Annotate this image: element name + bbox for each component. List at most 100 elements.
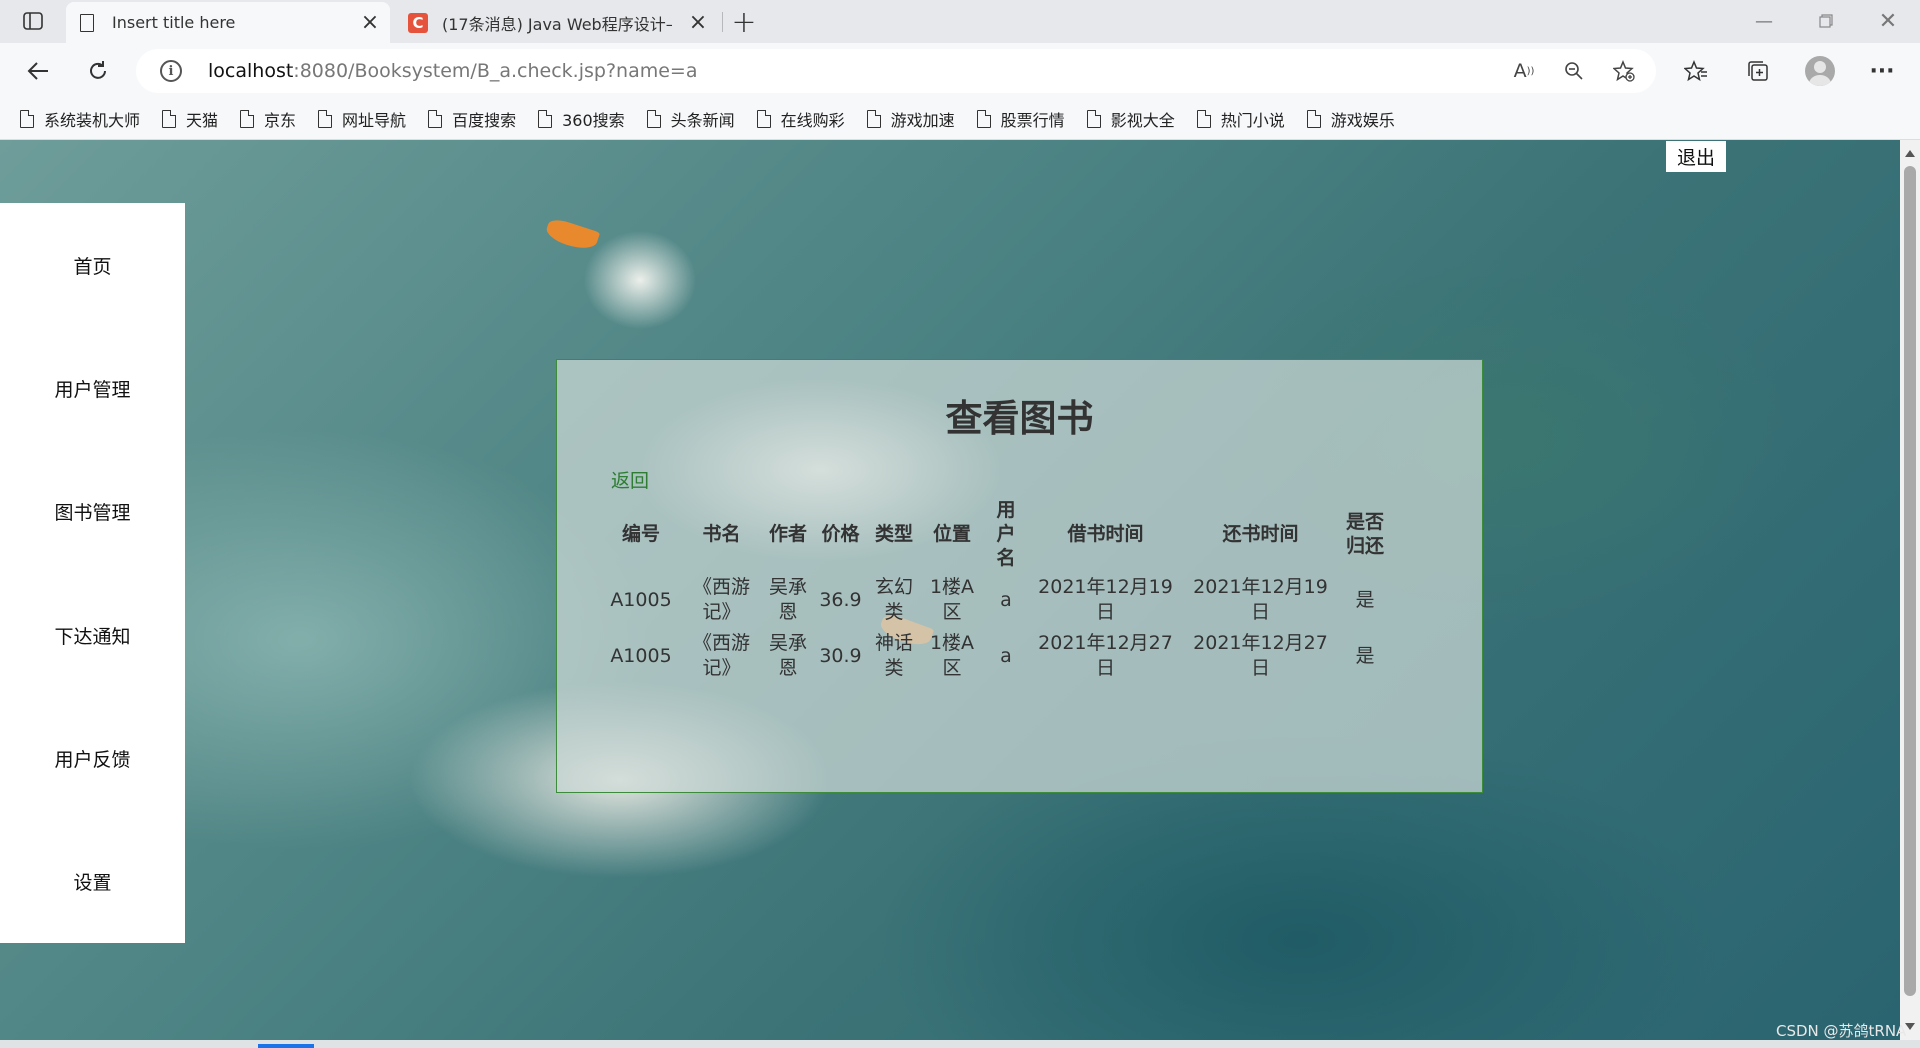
cell-borrow-date: 2021年12月19日 bbox=[1038, 576, 1173, 623]
page-icon bbox=[1306, 109, 1321, 128]
bookmark-item[interactable]: 系统装机大师 bbox=[20, 107, 140, 131]
bookmark-label: 股票行情 bbox=[1000, 110, 1065, 130]
bookmark-label: 天猫 bbox=[186, 110, 219, 130]
cell-location: 1楼A区 bbox=[929, 632, 975, 679]
read-aloud-icon[interactable]: A)) bbox=[1510, 57, 1538, 85]
page-icon bbox=[1086, 109, 1101, 128]
books-table: 编号 书名 作者 价格 类型 位置 用户名 借书时间 还书时间 是否归还 A10… bbox=[602, 496, 1392, 684]
bookmark-item[interactable]: 百度搜索 bbox=[428, 107, 516, 131]
more-menu-icon[interactable]: ··· bbox=[1864, 53, 1900, 89]
sidebar-item-notifications[interactable]: 下达通知 bbox=[0, 615, 185, 655]
cell-title: 《西游记》 bbox=[692, 632, 750, 679]
favorites-icon[interactable] bbox=[1678, 53, 1714, 89]
page-icon bbox=[80, 13, 94, 32]
scroll-down-arrow-icon[interactable] bbox=[1905, 1023, 1915, 1030]
header-cell: 价格 bbox=[821, 523, 860, 545]
bookmark-item[interactable]: 头条新闻 bbox=[646, 107, 735, 131]
sidebar-item-book-management[interactable]: 图书管理 bbox=[0, 491, 185, 531]
page-icon bbox=[428, 109, 443, 128]
sidebar-nav: 首页 用户管理 图书管理 下达通知 用户反馈 设置 bbox=[0, 203, 185, 943]
url-host: localhost bbox=[208, 60, 294, 82]
table-header-row: 编号 书名 作者 价格 类型 位置 用户名 借书时间 还书时间 是否归还 bbox=[602, 496, 1392, 572]
minimize-button[interactable]: — bbox=[1744, 6, 1784, 36]
table-row: A1005 《西游记》 吴承恩 36.9 玄幻类 1楼A区 a 2021年12月… bbox=[602, 572, 1392, 628]
page-icon bbox=[976, 109, 991, 128]
sidebar-item-feedback[interactable]: 用户反馈 bbox=[0, 738, 185, 778]
background-photo-detail bbox=[543, 216, 601, 254]
header-cell: 借书时间 bbox=[1067, 523, 1144, 545]
bookmark-label: 影视大全 bbox=[1110, 110, 1175, 130]
collections-icon[interactable] bbox=[1740, 53, 1776, 89]
horizontal-scroll-thumb[interactable] bbox=[258, 1044, 314, 1048]
restore-button[interactable] bbox=[1806, 6, 1846, 36]
cell-username: a bbox=[1000, 588, 1012, 611]
close-tab-icon[interactable]: × bbox=[358, 10, 382, 35]
page-icon bbox=[240, 109, 255, 128]
bookmark-label: 游戏加速 bbox=[890, 110, 955, 130]
bookmark-item[interactable]: 股票行情 bbox=[976, 107, 1065, 131]
header-cell: 是否归还 bbox=[1345, 511, 1384, 557]
add-favorite-icon[interactable] bbox=[1610, 57, 1638, 85]
scroll-up-arrow-icon[interactable] bbox=[1905, 150, 1915, 157]
cell-author: 吴承恩 bbox=[768, 576, 807, 623]
cell-location: 1楼A区 bbox=[929, 576, 975, 623]
bookmark-item[interactable]: 京东 bbox=[240, 107, 296, 131]
page-icon bbox=[318, 109, 333, 128]
bookmark-item[interactable]: 360搜索 bbox=[538, 107, 625, 131]
tab-title: (17条消息) Java Web程序设计— bbox=[442, 14, 672, 34]
tab-actions-icon[interactable] bbox=[18, 6, 48, 36]
page-icon bbox=[20, 109, 34, 128]
page-icon bbox=[538, 109, 553, 128]
back-arrow-icon[interactable] bbox=[20, 53, 56, 89]
header-cell: 作者 bbox=[768, 523, 807, 545]
cell-id: A1005 bbox=[610, 588, 672, 611]
page-icon bbox=[756, 109, 771, 128]
url-field[interactable]: i localhost:8080/Booksystem/B_a.check.js… bbox=[136, 49, 1656, 93]
cell-title: 《西游记》 bbox=[692, 576, 750, 623]
tab-insert-title[interactable]: Insert title here × bbox=[66, 2, 390, 43]
bookmark-item[interactable]: 网址导航 bbox=[318, 107, 406, 131]
bookmark-label: 网址导航 bbox=[342, 110, 407, 130]
profile-avatar[interactable] bbox=[1802, 53, 1838, 89]
horizontal-scrollbar[interactable] bbox=[0, 1040, 1920, 1048]
bookmark-item[interactable]: 游戏娱乐 bbox=[1306, 107, 1395, 131]
csdn-icon: C bbox=[408, 12, 428, 33]
bookmark-label: 热门小说 bbox=[1220, 110, 1285, 130]
bookmark-label: 系统装机大师 bbox=[44, 110, 141, 130]
zoom-out-icon[interactable] bbox=[1560, 57, 1588, 85]
cell-id: A1005 bbox=[610, 644, 672, 667]
favorites-bar: 系统装机大师 天猫 京东 网址导航 百度搜索 360搜索 头条新闻 在线购彩 游… bbox=[0, 98, 1920, 140]
panel-title: 查看图书 bbox=[945, 397, 1094, 440]
back-link[interactable]: 返回 bbox=[611, 466, 649, 493]
close-tab-icon[interactable]: × bbox=[686, 10, 710, 35]
scrollbar-thumb[interactable] bbox=[1904, 166, 1916, 996]
cell-price: 30.9 bbox=[819, 644, 862, 667]
table-row: A1005 《西游记》 吴承恩 30.9 神话类 1楼A区 a 2021年12月… bbox=[602, 628, 1392, 684]
header-cell: 书名 bbox=[702, 523, 741, 545]
sidebar-item-settings[interactable]: 设置 bbox=[0, 861, 185, 901]
watermark-text: CSDN @苏鸽tRNA bbox=[1776, 1022, 1907, 1040]
page-icon bbox=[1196, 109, 1211, 128]
new-tab-button[interactable]: + bbox=[728, 5, 760, 40]
bookmark-item[interactable]: 天猫 bbox=[162, 107, 218, 131]
sidebar-item-home[interactable]: 首页 bbox=[0, 245, 185, 285]
cell-returned: 是 bbox=[1355, 588, 1375, 611]
bookmark-label: 在线购彩 bbox=[780, 110, 845, 130]
cell-returned: 是 bbox=[1355, 644, 1375, 667]
close-window-button[interactable]: ✕ bbox=[1868, 6, 1908, 36]
cell-return-date: 2021年12月27日 bbox=[1193, 632, 1328, 679]
refresh-icon[interactable] bbox=[80, 53, 116, 89]
cell-price: 36.9 bbox=[819, 588, 862, 611]
tab-csdn[interactable]: C (17条消息) Java Web程序设计— × bbox=[398, 2, 718, 43]
bookmark-item[interactable]: 影视大全 bbox=[1086, 107, 1175, 131]
bookmark-item[interactable]: 在线购彩 bbox=[756, 107, 845, 131]
page-icon bbox=[646, 109, 661, 128]
tab-bar: Insert title here × C (17条消息) Java Web程序… bbox=[0, 0, 1920, 43]
cell-username: a bbox=[1000, 644, 1012, 667]
site-info-icon[interactable]: i bbox=[160, 60, 182, 82]
sidebar-item-user-management[interactable]: 用户管理 bbox=[0, 368, 185, 408]
bookmark-item[interactable]: 游戏加速 bbox=[866, 107, 955, 131]
bookmark-item[interactable]: 热门小说 bbox=[1196, 107, 1285, 131]
vertical-scrollbar[interactable] bbox=[1900, 140, 1920, 1040]
logout-button[interactable]: 退出 bbox=[1666, 141, 1726, 172]
